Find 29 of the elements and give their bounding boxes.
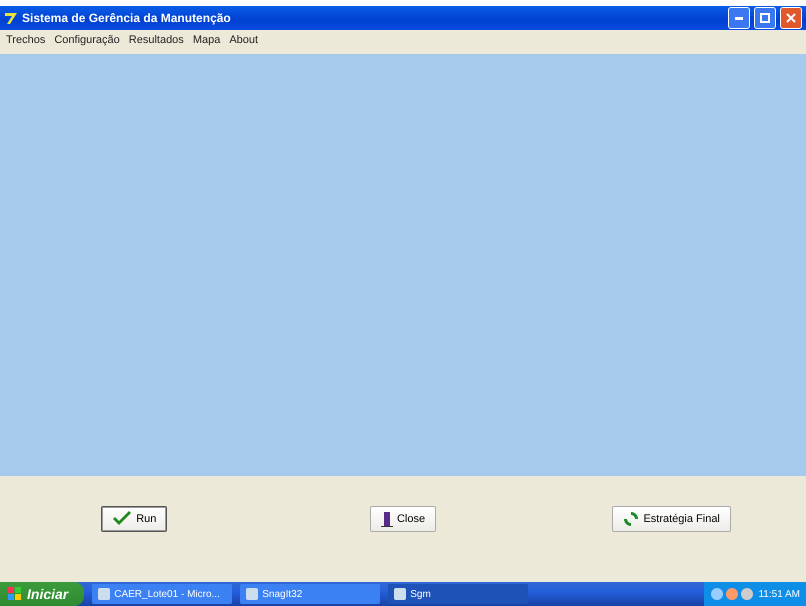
- menu-item[interactable]: Resultados: [128, 34, 184, 46]
- start-button[interactable]: Iniciar: [0, 582, 84, 606]
- tray-icons[interactable]: [710, 587, 754, 601]
- minimize-icon: [735, 16, 743, 20]
- close-icon: [786, 13, 796, 23]
- maximize-icon: [760, 13, 770, 23]
- window-title: Sistema de Gerência da Manutenção: [22, 11, 232, 25]
- close-button[interactable]: [780, 7, 802, 29]
- strategy-button[interactable]: Estratégia Final: [612, 506, 731, 532]
- menu-item[interactable]: About: [229, 34, 258, 46]
- taskbar-button[interactable]: SnagIt32: [240, 584, 380, 604]
- minimize-button[interactable]: [728, 7, 750, 29]
- close-app-button[interactable]: Close: [370, 506, 436, 532]
- maximize-button[interactable]: [754, 7, 776, 29]
- window-icon: [394, 588, 406, 600]
- door-icon: [380, 511, 393, 527]
- app-logo-icon: [4, 11, 18, 25]
- window-icon: [246, 588, 258, 600]
- windows-flag-icon: [8, 587, 22, 601]
- menu-item[interactable]: Trechos: [6, 34, 46, 46]
- menu-item[interactable]: Mapa: [192, 34, 220, 46]
- run-button[interactable]: Run: [101, 506, 168, 532]
- menu-item[interactable]: Configuração: [54, 34, 120, 46]
- refresh-icon: [623, 511, 640, 527]
- taskbar-button[interactable]: CAER_Lote01 - Micro...: [92, 584, 232, 604]
- taskbar-button[interactable]: Sgm: [388, 584, 528, 604]
- window-icon: [98, 588, 110, 600]
- check-icon: [112, 511, 132, 527]
- clock: 11:51 AM: [758, 588, 800, 600]
